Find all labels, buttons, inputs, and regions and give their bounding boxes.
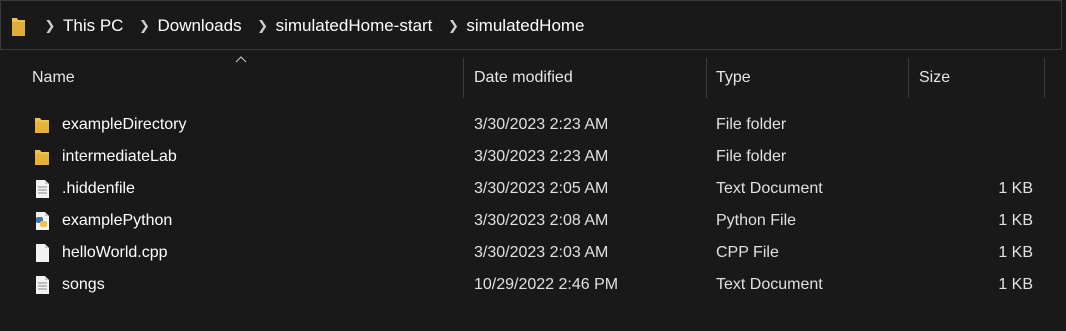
- file-date-modified: 3/30/2023 2:05 AM: [474, 180, 609, 197]
- column-divider[interactable]: [908, 58, 909, 98]
- file-name: helloWorld.cpp: [62, 244, 168, 261]
- chevron-right-icon[interactable]: ❯: [444, 1, 462, 51]
- folder-icon: [12, 18, 25, 36]
- file-date-modified: 3/30/2023 2:23 AM: [474, 116, 609, 133]
- file-type: Text Document: [716, 180, 823, 197]
- breadcrumb: ❯ This PC ❯ Downloads ❯ simulatedHome-st…: [41, 1, 589, 51]
- column-divider[interactable]: [463, 58, 464, 98]
- column-type[interactable]: Type: [716, 58, 896, 98]
- column-divider[interactable]: [1044, 58, 1045, 98]
- folder-icon: [35, 118, 49, 133]
- breadcrumb-item-simulatedhome-start[interactable]: simulatedHome-start: [272, 16, 437, 36]
- file-date-modified: 10/29/2022 2:46 PM: [474, 276, 619, 293]
- file-type: File folder: [716, 148, 787, 165]
- address-bar[interactable]: ❯ This PC ❯ Downloads ❯ simulatedHome-st…: [0, 0, 1062, 50]
- file-size: 1 KB: [998, 212, 1033, 229]
- file-name: examplePython: [62, 212, 173, 229]
- text-document-icon: [36, 276, 49, 294]
- list-item[interactable]: exampleDirectory 3/30/2023 2:23 AM File …: [0, 109, 1066, 141]
- folder-icon: [35, 150, 49, 165]
- file-name: exampleDirectory: [62, 116, 187, 133]
- file-name: songs: [62, 276, 105, 293]
- list-item[interactable]: .hiddenfile 3/30/2023 2:05 AM Text Docum…: [0, 173, 1066, 205]
- file-size: 1 KB: [998, 180, 1033, 197]
- file-name: intermediateLab: [62, 148, 177, 165]
- breadcrumb-item-simulatedhome[interactable]: simulatedHome: [462, 16, 588, 36]
- file-size: 1 KB: [998, 276, 1033, 293]
- breadcrumb-item-downloads[interactable]: Downloads: [153, 16, 245, 36]
- column-name[interactable]: Name: [32, 58, 452, 98]
- file-type: Text Document: [716, 276, 823, 293]
- python-file-icon: [36, 212, 49, 230]
- column-divider[interactable]: [706, 58, 707, 98]
- file-list: exampleDirectory 3/30/2023 2:23 AM File …: [0, 109, 1066, 301]
- text-document-icon: [36, 180, 49, 198]
- column-size[interactable]: Size: [919, 58, 1029, 98]
- file-icon: [36, 244, 49, 262]
- breadcrumb-item-this-pc[interactable]: This PC: [59, 16, 127, 36]
- file-type: CPP File: [716, 244, 779, 261]
- list-item[interactable]: helloWorld.cpp 3/30/2023 2:03 AM CPP Fil…: [0, 237, 1066, 269]
- file-type: File folder: [716, 116, 787, 133]
- file-name: .hiddenfile: [62, 180, 135, 197]
- list-item[interactable]: songs 10/29/2022 2:46 PM Text Document 1…: [0, 269, 1066, 301]
- chevron-right-icon[interactable]: ❯: [41, 1, 59, 51]
- column-header: Name Date modified Type Size: [0, 56, 1066, 98]
- column-date-modified[interactable]: Date modified: [474, 58, 694, 98]
- list-item[interactable]: examplePython 3/30/2023 2:08 AM Python F…: [0, 205, 1066, 237]
- chevron-right-icon[interactable]: ❯: [254, 1, 272, 51]
- list-item[interactable]: intermediateLab 3/30/2023 2:23 AM File f…: [0, 141, 1066, 173]
- file-date-modified: 3/30/2023 2:23 AM: [474, 148, 609, 165]
- file-type: Python File: [716, 212, 797, 229]
- file-date-modified: 3/30/2023 2:03 AM: [474, 244, 609, 261]
- file-size: 1 KB: [998, 244, 1033, 261]
- file-date-modified: 3/30/2023 2:08 AM: [474, 212, 609, 229]
- chevron-right-icon[interactable]: ❯: [135, 1, 153, 51]
